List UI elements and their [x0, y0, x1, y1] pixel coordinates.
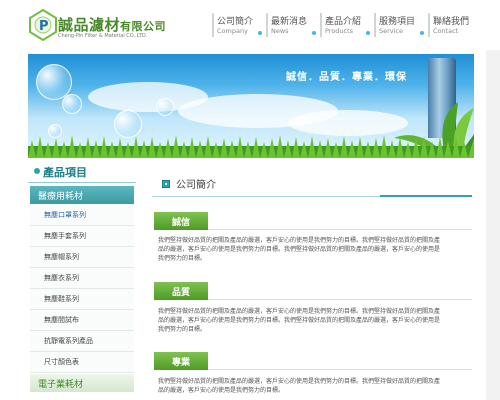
nav-label: 產品介紹 [325, 17, 362, 27]
nav-news[interactable]: 最新消息 News [264, 12, 318, 40]
sidebar-item-label: 尺寸顏色表 [44, 358, 79, 366]
nav-divider [266, 13, 268, 37]
title-accent-line [380, 195, 472, 197]
sidebar-item-label: 無塵帽系列 [44, 253, 79, 261]
sidebar-item-label: 抗靜電系列產品 [44, 337, 93, 345]
section-title-professional: 專業 [154, 352, 472, 370]
nav-dot-icon [312, 31, 316, 35]
sidebar-item-cleanroom-caps[interactable]: 無塵帽系列 [30, 247, 134, 268]
sidebar-title: 產品項目 [28, 162, 136, 183]
product-sidebar: 產品項目 醫療用耗材 無塵口罩系列 無塵手套系列 無塵帽系列 無塵衣系列 無塵鞋… [28, 162, 136, 400]
nav-sublabel: Contact [433, 27, 459, 35]
nav-company[interactable]: 公司簡介 Company [210, 12, 264, 40]
main-content: 公司簡介 誠信 我們堅持做好品質的把關及產品的嚴選，客戶安心的使用是我們努力的目… [152, 172, 472, 400]
section-title-quality: 品質 [154, 282, 472, 300]
sidebar-item-cleanroom-wipes[interactable]: 無塵間試布 [30, 310, 134, 331]
section-title-integrity: 誠信 [154, 212, 472, 230]
bubble-graphic [156, 98, 174, 116]
banner-slogan: 誠信．品質．專業．環保 [286, 72, 407, 83]
company-name: 誠品濾材有限公司 [58, 14, 166, 35]
sidebar-item-label: 無塵手套系列 [44, 232, 86, 240]
bubble-graphic [62, 94, 82, 114]
sidebar-category-label: 電子業耗材 [38, 380, 84, 390]
page-title: 公司簡介 [176, 180, 216, 191]
logo-mark-letter: P [39, 19, 49, 34]
section-title-text: 誠信 [171, 218, 190, 228]
page-right-margin [486, 0, 500, 400]
nav-divider [428, 13, 430, 37]
page-title-bar: 公司簡介 [152, 172, 472, 197]
company-english-name: Cheng-Pin Filter & Material CO.,LTD. [58, 33, 148, 39]
nav-label: 服務項目 [379, 17, 416, 27]
nav-dot-icon [366, 31, 370, 35]
nav-label: 公司簡介 [217, 17, 254, 27]
nav-dot-icon [258, 31, 262, 35]
sidebar-item-cleanroom-garments[interactable]: 無塵衣系列 [30, 268, 134, 289]
sidebar-item-size-color-chart[interactable]: 尺寸顏色表 [30, 352, 134, 373]
nav-dot-icon [420, 31, 424, 35]
nav-sublabel: News [271, 27, 289, 35]
logo-mark-icon: P [29, 8, 57, 42]
section-title-text: 品質 [171, 288, 190, 298]
sidebar-item-label: 無塵間試布 [44, 316, 79, 324]
nav-label: 最新消息 [271, 17, 308, 27]
sidebar-category-medical[interactable]: 醫療用耗材 [30, 186, 134, 204]
section-paragraph: 我們堅持做好品質的把關及產品的嚴選，客戶安心的使用是我們努力的目標。我們堅持做好… [158, 237, 441, 262]
grass-graphic [28, 135, 474, 158]
sidebar-item-cleanroom-masks[interactable]: 無塵口罩系列 [30, 205, 134, 226]
sidebar-item-cleanroom-shoes[interactable]: 無塵鞋系列 [30, 289, 134, 310]
nav-contact[interactable]: 聯絡我們 Contact [426, 12, 480, 40]
sidebar-item-cleanroom-gloves[interactable]: 無塵手套系列 [30, 226, 134, 247]
main-nav: 公司簡介 Company 最新消息 News 產品介紹 Products 服務項… [210, 12, 480, 40]
nav-label: 聯絡我們 [433, 17, 470, 27]
section-paragraph: 我們堅持做好品質的把關及產品的嚴選，客戶安心的使用是我們努力的目標。我們堅持做好… [158, 308, 441, 333]
sidebar-item-label: 無塵衣系列 [44, 274, 79, 282]
site-header: P 誠品濾材有限公司 Cheng-Pin Filter & Material C… [0, 0, 500, 50]
sidebar-item-label: 無塵口罩系列 [44, 211, 86, 219]
nav-divider [212, 13, 214, 37]
nav-divider [320, 13, 322, 37]
bullet-icon [34, 168, 40, 174]
nav-divider [374, 13, 376, 37]
section-title-text: 專業 [171, 358, 190, 368]
nav-sublabel: Company [217, 27, 248, 35]
nav-sublabel: Service [379, 27, 404, 35]
section-paragraph: 我們堅持做好品質的把關及產品的嚴選，客戶安心的使用是我們努力的目標。我們堅持做好… [158, 378, 441, 394]
company-name-main: 誠品濾材 [58, 16, 121, 34]
sidebar-item-antistatic[interactable]: 抗靜電系列產品 [30, 331, 134, 352]
sidebar-category-label: 醫療用耗材 [38, 192, 84, 202]
sidebar-item-label: 無塵鞋系列 [44, 295, 79, 303]
nav-service[interactable]: 服務項目 Service [372, 12, 426, 40]
sidebar-category-electronics[interactable]: 電子業耗材 [30, 374, 134, 392]
hero-banner: 誠信．品質．專業．環保 [28, 54, 474, 158]
square-bullet-icon [162, 180, 170, 188]
company-logo[interactable]: P 誠品濾材有限公司 Cheng-Pin Filter & Material C… [28, 8, 188, 46]
nav-sublabel: Products [325, 27, 354, 35]
sidebar-title-text: 產品項目 [43, 166, 87, 179]
nav-products[interactable]: 產品介紹 Products [318, 12, 372, 40]
company-suffix: 有限公司 [120, 20, 167, 33]
